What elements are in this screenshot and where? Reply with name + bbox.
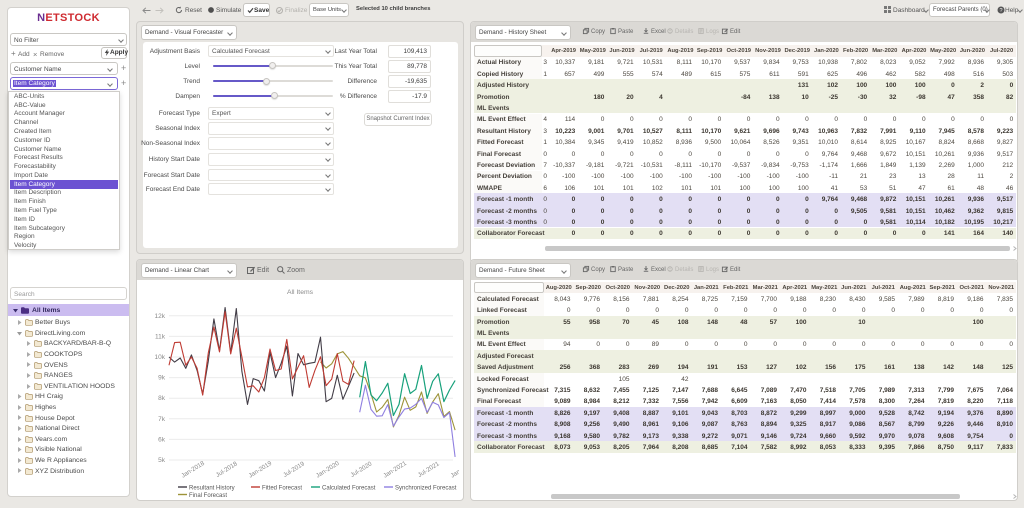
svg-text:Fitted Forecast: Fitted Forecast [262,486,302,492]
svg-text:10k: 10k [155,354,166,361]
svg-text:Jul-2020: Jul-2020 [349,460,373,479]
svg-text:Jan-2022: Jan-2022 [450,460,459,480]
svg-text:8k: 8k [158,395,166,402]
svg-text:12k: 12k [155,313,166,320]
svg-text:Resultant History: Resultant History [189,486,235,492]
svg-text:7k: 7k [158,416,166,423]
svg-text:Jul-2018: Jul-2018 [215,460,239,479]
svg-text:Final Forecast: Final Forecast [189,493,227,497]
svg-text:9k: 9k [158,375,166,382]
svg-text:Jul-2019: Jul-2019 [282,460,306,479]
svg-text:Jan-2021: Jan-2021 [382,460,408,480]
svg-text:Synchronized Forecast: Synchronized Forecast [395,486,457,492]
svg-text:Jan-2019: Jan-2019 [248,460,274,480]
svg-text:Jan-2018: Jan-2018 [180,460,206,480]
svg-text:11k: 11k [155,333,166,340]
svg-text:?: ? [999,8,1002,14]
svg-text:Jul-2021: Jul-2021 [417,460,441,479]
svg-text:6k: 6k [158,436,166,443]
svg-text:5k: 5k [158,457,166,464]
svg-text:Jan-2020: Jan-2020 [315,460,341,480]
svg-text:Calculated Forecast: Calculated Forecast [322,486,376,492]
